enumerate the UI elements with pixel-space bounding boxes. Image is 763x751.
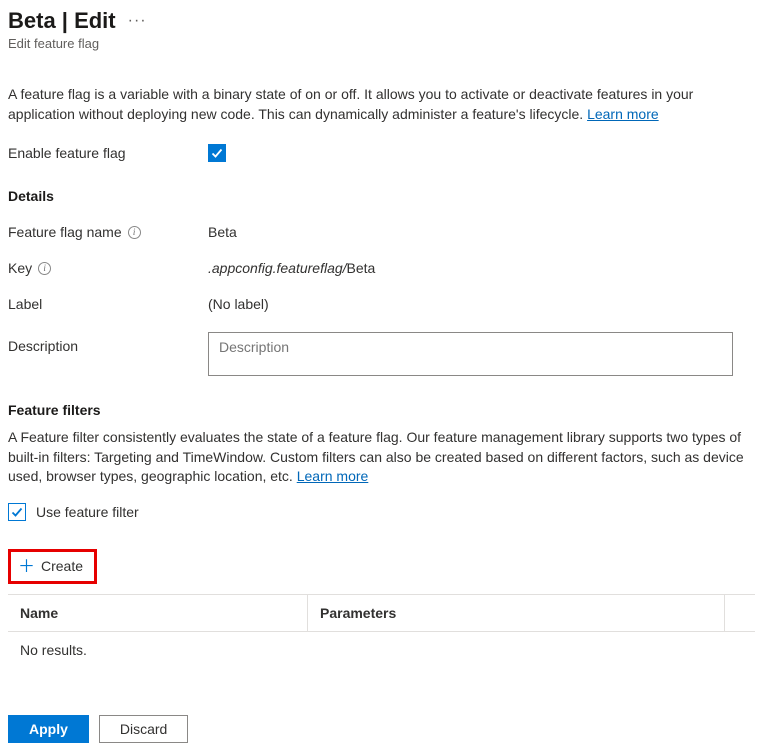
- create-button[interactable]: ＋ Create: [12, 553, 93, 580]
- create-highlight-box: ＋ Create: [8, 549, 97, 584]
- info-icon[interactable]: i: [38, 262, 51, 275]
- description-label: Description: [8, 332, 208, 354]
- key-prefix: .appconfig.featureflag/: [208, 260, 347, 276]
- page-subtitle: Edit feature flag: [8, 36, 755, 51]
- key-label: Key: [8, 260, 32, 276]
- flag-name-label: Feature flag name: [8, 224, 122, 240]
- use-filter-checkbox[interactable]: [8, 503, 26, 521]
- filters-body: A Feature filter consistently evaluates …: [8, 429, 744, 484]
- label-value: (No label): [208, 296, 269, 312]
- check-icon: [211, 147, 223, 159]
- info-icon[interactable]: i: [128, 226, 141, 239]
- page-title: Beta | Edit: [8, 8, 116, 34]
- plus-icon: ＋: [18, 558, 35, 575]
- enable-flag-label: Enable feature flag: [8, 145, 208, 161]
- key-name: Beta: [347, 260, 376, 276]
- enable-flag-checkbox[interactable]: [208, 144, 226, 162]
- description-input[interactable]: [208, 332, 733, 376]
- filters-learn-more-link[interactable]: Learn more: [297, 468, 369, 484]
- table-header: Name Parameters: [8, 595, 755, 632]
- create-label: Create: [41, 558, 83, 574]
- table-empty: No results.: [8, 632, 755, 668]
- use-filter-label: Use feature filter: [36, 504, 139, 520]
- col-name: Name: [8, 595, 308, 631]
- key-value: .appconfig.featureflag/Beta: [208, 260, 375, 276]
- flag-name-value: Beta: [208, 224, 237, 240]
- discard-button[interactable]: Discard: [99, 715, 188, 743]
- label-label: Label: [8, 296, 208, 312]
- filters-heading: Feature filters: [8, 402, 755, 418]
- intro-text: A feature flag is a variable with a bina…: [8, 85, 755, 124]
- filters-text: A Feature filter consistently evaluates …: [8, 428, 755, 487]
- filters-table: Name Parameters No results.: [8, 594, 755, 668]
- more-icon[interactable]: ···: [128, 12, 147, 30]
- check-icon: [11, 506, 23, 518]
- col-actions: [725, 595, 755, 631]
- details-heading: Details: [8, 188, 755, 204]
- col-parameters: Parameters: [308, 595, 725, 631]
- apply-button[interactable]: Apply: [8, 715, 89, 743]
- intro-learn-more-link[interactable]: Learn more: [587, 106, 659, 122]
